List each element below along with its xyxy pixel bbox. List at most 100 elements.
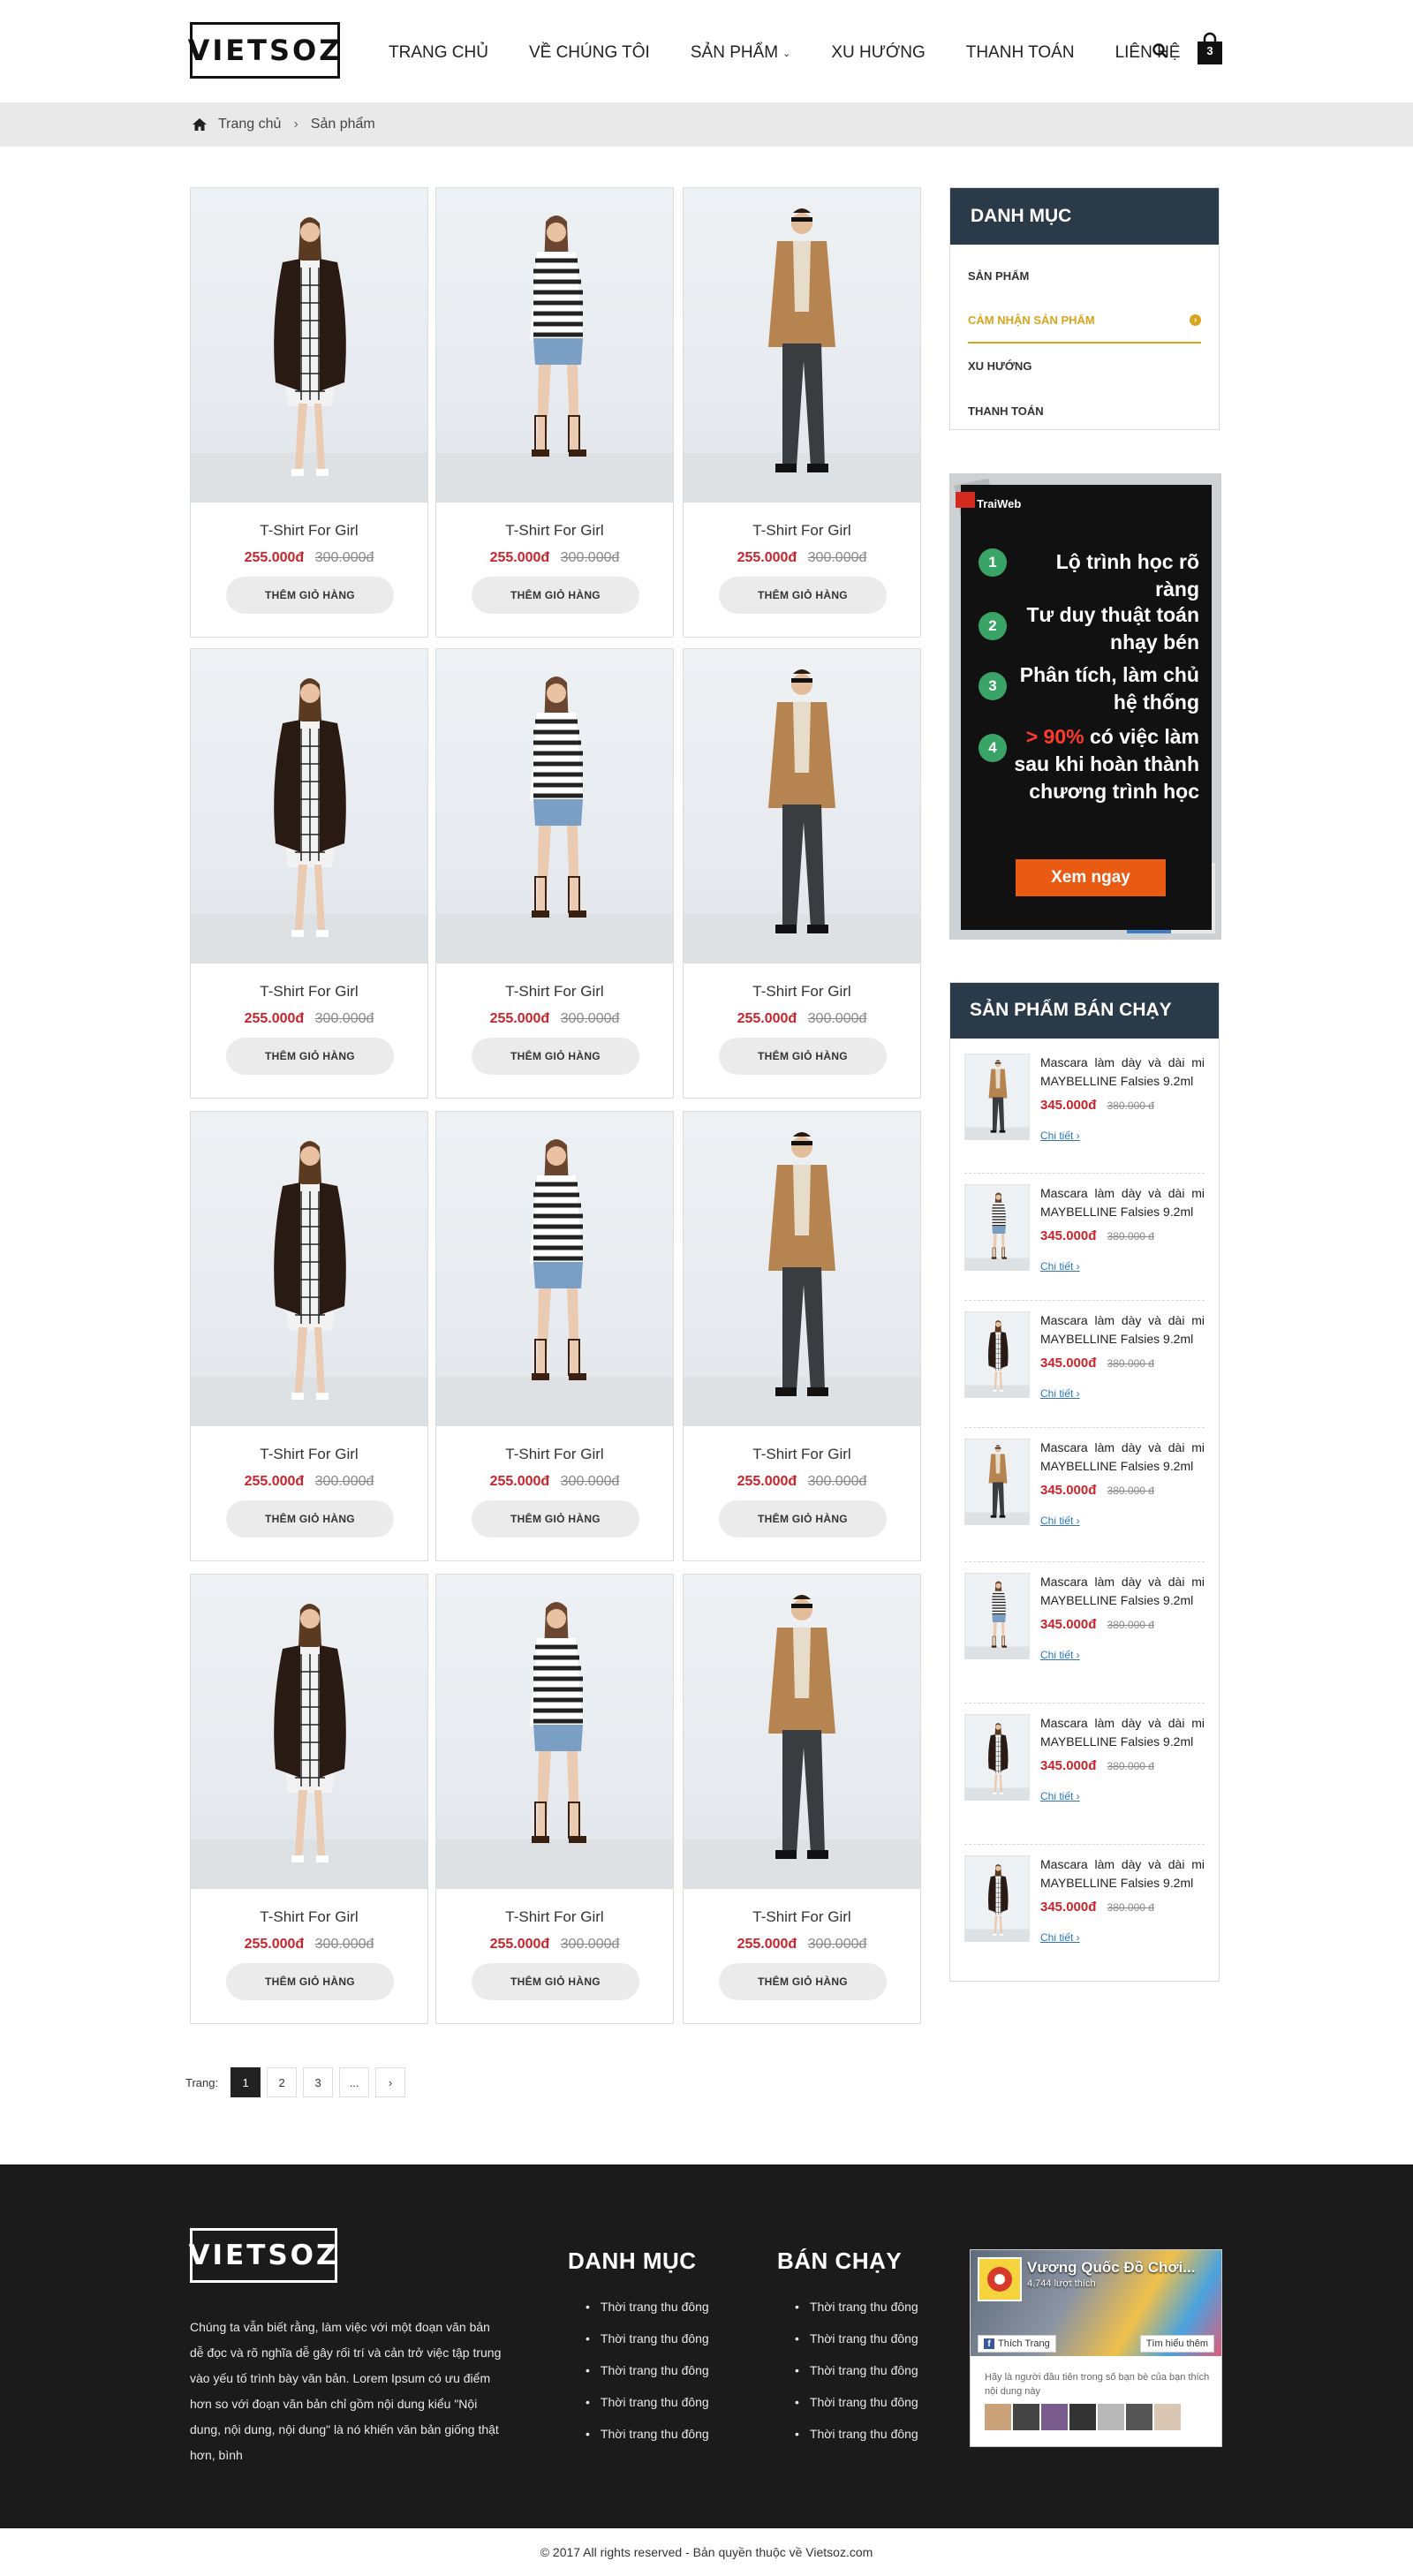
bestseller-name[interactable]: Mascara làm dày và dài mi MAYBELLINE Fal…: [1040, 1714, 1205, 1751]
product-name[interactable]: T-Shirt For Girl: [436, 1908, 673, 1926]
product-image[interactable]: [436, 649, 673, 963]
bestseller-thumbnail[interactable]: [964, 1714, 1030, 1801]
product-name[interactable]: T-Shirt For Girl: [684, 522, 920, 540]
product-image[interactable]: [191, 1575, 427, 1889]
bestseller-detail-link[interactable]: Chi tiết ›: [1040, 1790, 1080, 1802]
friend-avatar[interactable]: [1013, 2404, 1039, 2430]
bestseller-thumbnail[interactable]: [964, 1573, 1030, 1659]
facebook-page-avatar[interactable]: [978, 2257, 1022, 2301]
friend-avatar[interactable]: [1154, 2404, 1181, 2430]
product-name[interactable]: T-Shirt For Girl: [191, 983, 427, 1001]
footer-link[interactable]: Thời trang thu đông: [777, 2331, 918, 2363]
product-card[interactable]: T-Shirt For Girl 255.000đ 300.000đ THÊM …: [435, 1111, 674, 1561]
product-name[interactable]: T-Shirt For Girl: [191, 1908, 427, 1926]
bestseller-name[interactable]: Mascara làm dày và dài mi MAYBELLINE Fal…: [1040, 1184, 1205, 1221]
bestseller-thumbnail[interactable]: [964, 1311, 1030, 1398]
bestseller-name[interactable]: Mascara làm dày và dài mi MAYBELLINE Fal…: [1040, 1054, 1205, 1091]
bestseller-detail-link[interactable]: Chi tiết ›: [1040, 1129, 1080, 1142]
product-image[interactable]: [684, 1112, 920, 1426]
product-image[interactable]: [684, 1575, 920, 1889]
add-to-cart-button[interactable]: THÊM GIỎ HÀNG: [226, 1038, 394, 1075]
nav-about[interactable]: VỀ CHÚNG TÔI: [529, 43, 650, 63]
product-name[interactable]: T-Shirt For Girl: [684, 1908, 920, 1926]
bestseller-detail-link[interactable]: Chi tiết ›: [1040, 1387, 1080, 1400]
add-to-cart-button[interactable]: THÊM GIỎ HÀNG: [472, 1500, 639, 1537]
product-name[interactable]: T-Shirt For Girl: [436, 983, 673, 1001]
product-image[interactable]: [191, 649, 427, 963]
add-to-cart-button[interactable]: THÊM GIỎ HÀNG: [719, 1500, 887, 1537]
add-to-cart-button[interactable]: THÊM GIỎ HÀNG: [226, 577, 394, 614]
add-to-cart-button[interactable]: THÊM GIỎ HÀNG: [719, 577, 887, 614]
nav-contact[interactable]: LIÊN HỆ: [1115, 43, 1181, 63]
add-to-cart-button[interactable]: THÊM GIỎ HÀNG: [472, 577, 639, 614]
bestseller-thumbnail[interactable]: [964, 1054, 1030, 1140]
nav-payment[interactable]: THANH TOÁN: [966, 43, 1075, 63]
ad-cta-button[interactable]: Xem ngay: [1016, 859, 1166, 896]
page-1[interactable]: 1: [230, 2067, 261, 2097]
friend-avatar[interactable]: [1069, 2404, 1096, 2430]
footer-link[interactable]: Thời trang thu đông: [568, 2331, 709, 2363]
bestseller-thumbnail[interactable]: [964, 1855, 1030, 1942]
friend-avatar[interactable]: [1041, 2404, 1068, 2430]
page-ellipsis[interactable]: ...: [339, 2067, 370, 2097]
facebook-like-button[interactable]: f Thích Trang: [978, 2335, 1056, 2353]
page-next[interactable]: ›: [375, 2067, 406, 2097]
search-icon[interactable]: [1152, 42, 1169, 60]
footer-logo[interactable]: VIETSOZ: [189, 2228, 337, 2283]
bestseller-detail-link[interactable]: Chi tiết ›: [1040, 1931, 1080, 1944]
facebook-learn-more-button[interactable]: Tìm hiểu thêm: [1139, 2335, 1214, 2353]
site-logo[interactable]: VIETSOZ: [188, 22, 340, 79]
product-image[interactable]: [684, 649, 920, 963]
facebook-page-widget[interactable]: Vương Quốc Đồ Chơi... 4.744 lượt thích f…: [970, 2249, 1222, 2447]
product-image[interactable]: [436, 1575, 673, 1889]
product-image[interactable]: [684, 188, 920, 502]
nav-trends[interactable]: XU HƯỚNG: [831, 43, 925, 63]
footer-link[interactable]: Thời trang thu đông: [777, 2300, 918, 2331]
add-to-cart-button[interactable]: THÊM GIỎ HÀNG: [719, 1038, 887, 1075]
bestseller-name[interactable]: Mascara làm dày và dài mi MAYBELLINE Fal…: [1040, 1439, 1205, 1476]
friend-avatar[interactable]: [985, 2404, 1011, 2430]
footer-link[interactable]: Thời trang thu đông: [568, 2363, 709, 2395]
product-card[interactable]: T-Shirt For Girl 255.000đ 300.000đ THÊM …: [190, 1111, 428, 1561]
product-card[interactable]: T-Shirt For Girl 255.000đ 300.000đ THÊM …: [190, 648, 428, 1099]
page-2[interactable]: 2: [267, 2067, 298, 2097]
bestseller-detail-link[interactable]: Chi tiết ›: [1040, 1515, 1080, 1527]
footer-link[interactable]: Thời trang thu đông: [568, 2300, 709, 2331]
home-icon[interactable]: [192, 117, 208, 132]
footer-link[interactable]: Thời trang thu đông: [568, 2427, 709, 2459]
bestseller-detail-link[interactable]: Chi tiết ›: [1040, 1260, 1080, 1273]
product-name[interactable]: T-Shirt For Girl: [684, 983, 920, 1001]
category-item-products[interactable]: SẢN PHẨM: [968, 253, 1201, 298]
ad-banner[interactable]: TraiWeb 1 Lộ trình học rõ ràng 2 Tư duy …: [949, 473, 1221, 940]
product-name[interactable]: T-Shirt For Girl: [436, 1446, 673, 1463]
product-card[interactable]: T-Shirt For Girl 255.000đ 300.000đ THÊM …: [683, 1111, 921, 1561]
breadcrumb-home[interactable]: Trang chủ: [218, 117, 281, 132]
add-to-cart-button[interactable]: THÊM GIỎ HÀNG: [226, 1500, 394, 1537]
bestseller-thumbnail[interactable]: [964, 1439, 1030, 1525]
footer-link[interactable]: Thời trang thu đông: [777, 2363, 918, 2395]
bestseller-name[interactable]: Mascara làm dày và dài mi MAYBELLINE Fal…: [1040, 1855, 1205, 1892]
product-name[interactable]: T-Shirt For Girl: [684, 1446, 920, 1463]
product-card[interactable]: T-Shirt For Girl 255.000đ 300.000đ THÊM …: [435, 1574, 674, 2024]
product-card[interactable]: T-Shirt For Girl 255.000đ 300.000đ THÊM …: [190, 1574, 428, 2024]
product-name[interactable]: T-Shirt For Girl: [436, 522, 673, 540]
add-to-cart-button[interactable]: THÊM GIỎ HÀNG: [719, 1963, 887, 2000]
bestseller-name[interactable]: Mascara làm dày và dài mi MAYBELLINE Fal…: [1040, 1573, 1205, 1610]
product-name[interactable]: T-Shirt For Girl: [191, 1446, 427, 1463]
bestseller-thumbnail[interactable]: [964, 1184, 1030, 1271]
product-image[interactable]: [436, 1112, 673, 1426]
add-to-cart-button[interactable]: THÊM GIỎ HÀNG: [472, 1038, 639, 1075]
product-card[interactable]: T-Shirt For Girl 255.000đ 300.000đ THÊM …: [683, 648, 921, 1099]
category-item-payment[interactable]: THANH TOÁN: [968, 389, 1201, 434]
footer-link[interactable]: Thời trang thu đông: [777, 2427, 918, 2459]
bestseller-detail-link[interactable]: Chi tiết ›: [1040, 1649, 1080, 1661]
facebook-page-name[interactable]: Vương Quốc Đồ Chơi...: [1027, 2259, 1195, 2277]
add-to-cart-button[interactable]: THÊM GIỎ HÀNG: [226, 1963, 394, 2000]
product-image[interactable]: [436, 188, 673, 502]
category-item-reviews[interactable]: CẢM NHẬN SẢN PHẨM ›: [968, 298, 1201, 344]
nav-home[interactable]: TRANG CHỦ: [389, 43, 488, 63]
product-card[interactable]: T-Shirt For Girl 255.000đ 300.000đ THÊM …: [435, 648, 674, 1099]
friend-avatar[interactable]: [1098, 2404, 1124, 2430]
category-item-trends[interactable]: XU HƯỚNG: [968, 344, 1201, 389]
product-card[interactable]: T-Shirt For Girl 255.000đ 300.000đ THÊM …: [683, 187, 921, 638]
